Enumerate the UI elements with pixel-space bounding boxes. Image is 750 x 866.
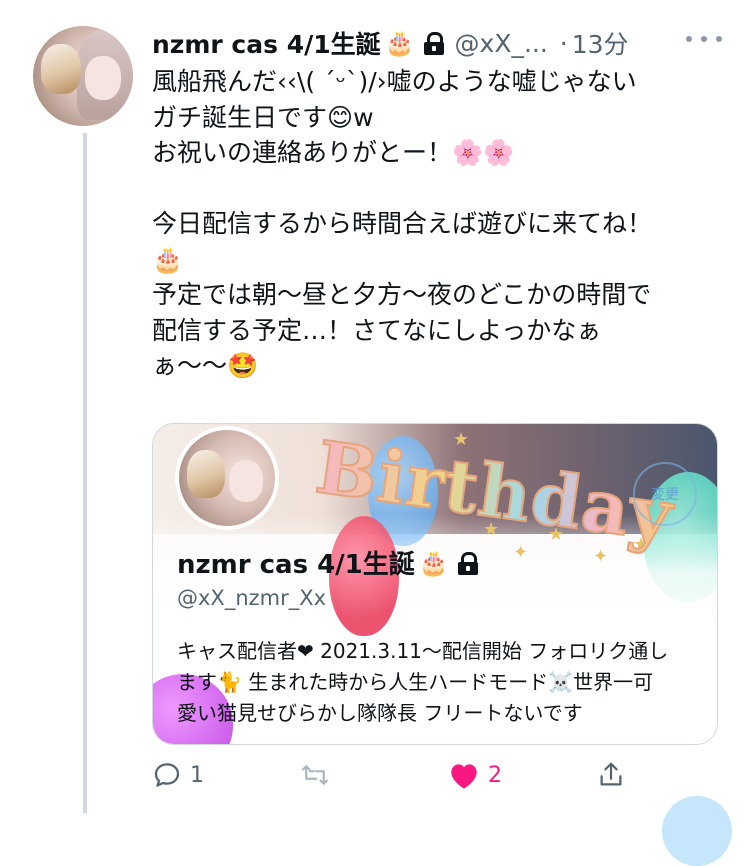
tweet-actions: 1 2 (152, 757, 632, 797)
display-name[interactable]: nzmr cas 4/1生誕 (152, 25, 381, 61)
bio-line: 愛い猫見せびらかし隊隊長 フリートないです (177, 701, 583, 725)
tweet-text: 風船飛んだ‹‹\( ´ᵕ`)/›嘘のような嘘じゃない ガチ誕生日です😊w お祝い… (152, 64, 732, 384)
retweet-button[interactable] (300, 757, 338, 793)
follow-badge: 変更 (633, 462, 697, 526)
card-handle: @xX_nzmr_Xx (177, 586, 327, 610)
tweet-header: nzmr cas 4/1生誕 🎂 @xX_... · 13分 (152, 24, 722, 62)
timestamp[interactable]: 13分 (572, 25, 629, 61)
like-button[interactable]: 2 (448, 757, 502, 793)
tweet-line: 配信する予定…！さてなにしよっかなぁ (152, 315, 602, 345)
avatar[interactable] (33, 26, 133, 126)
star-icon: ✦ (513, 542, 529, 563)
tweet-line: 風船飛んだ‹‹\( ´ᵕ`)/›嘘のような嘘じゃない (152, 67, 637, 96)
reply-button[interactable]: 1 (152, 757, 204, 793)
heart-icon (451, 764, 477, 789)
card-display-name: nzmr cas 4/1生誕 (177, 550, 415, 580)
compose-fab[interactable] (662, 796, 732, 866)
more-options-icon[interactable] (686, 36, 722, 46)
profile-card[interactable]: ★ ★ ✦ ★ ✦ ★ Birthday 変更 nzmr cas 4/1生誕 🎂… (152, 423, 718, 745)
card-name-row: nzmr cas 4/1生誕 🎂 (177, 544, 479, 581)
reply-icon (154, 763, 180, 787)
lock-icon (423, 31, 445, 55)
bio-line: キャス配信者❤ 2021.3.11〜配信開始 フォロリク通し (177, 639, 669, 663)
retweet-icon (302, 765, 328, 785)
lock-icon (457, 551, 479, 575)
tweet-line: 予定では朝〜昼と夕方〜夜のどこかの時間で (152, 280, 652, 309)
share-icon (600, 762, 622, 786)
tweet-line: 🎂 (152, 244, 184, 274)
card-bio: キャス配信者❤ 2021.3.11〜配信開始 フォロリク通し ます🐈 生まれた時… (177, 636, 717, 729)
reply-count: 1 (190, 762, 204, 788)
like-count: 2 (488, 762, 502, 788)
card-avatar (175, 426, 279, 530)
handle[interactable]: @xX_... (455, 29, 548, 58)
share-button[interactable] (596, 757, 626, 793)
tweet-line (152, 171, 732, 207)
tweet-line: ガチ誕生日です😊w (152, 102, 374, 132)
card-avatar-face (229, 460, 263, 502)
card-avatar-cat (187, 450, 225, 498)
thread-line (83, 133, 87, 813)
tweet-line: 今日配信するから時間合えば遊びに来てね！ (152, 209, 653, 238)
cake-emoji: 🎂 (384, 29, 415, 57)
tweet-line: ぁ〜〜🤩 (152, 351, 259, 380)
avatar-cat (41, 44, 81, 94)
cake-emoji: 🎂 (418, 548, 449, 577)
separator-dot: · (559, 28, 568, 58)
tweet-line: お祝いの連絡ありがとー！🌸🌸 (152, 138, 515, 167)
avatar-face (85, 56, 121, 100)
bio-line: ます🐈 生まれた時から人生ハードモード☠️世界一可 (177, 670, 654, 694)
